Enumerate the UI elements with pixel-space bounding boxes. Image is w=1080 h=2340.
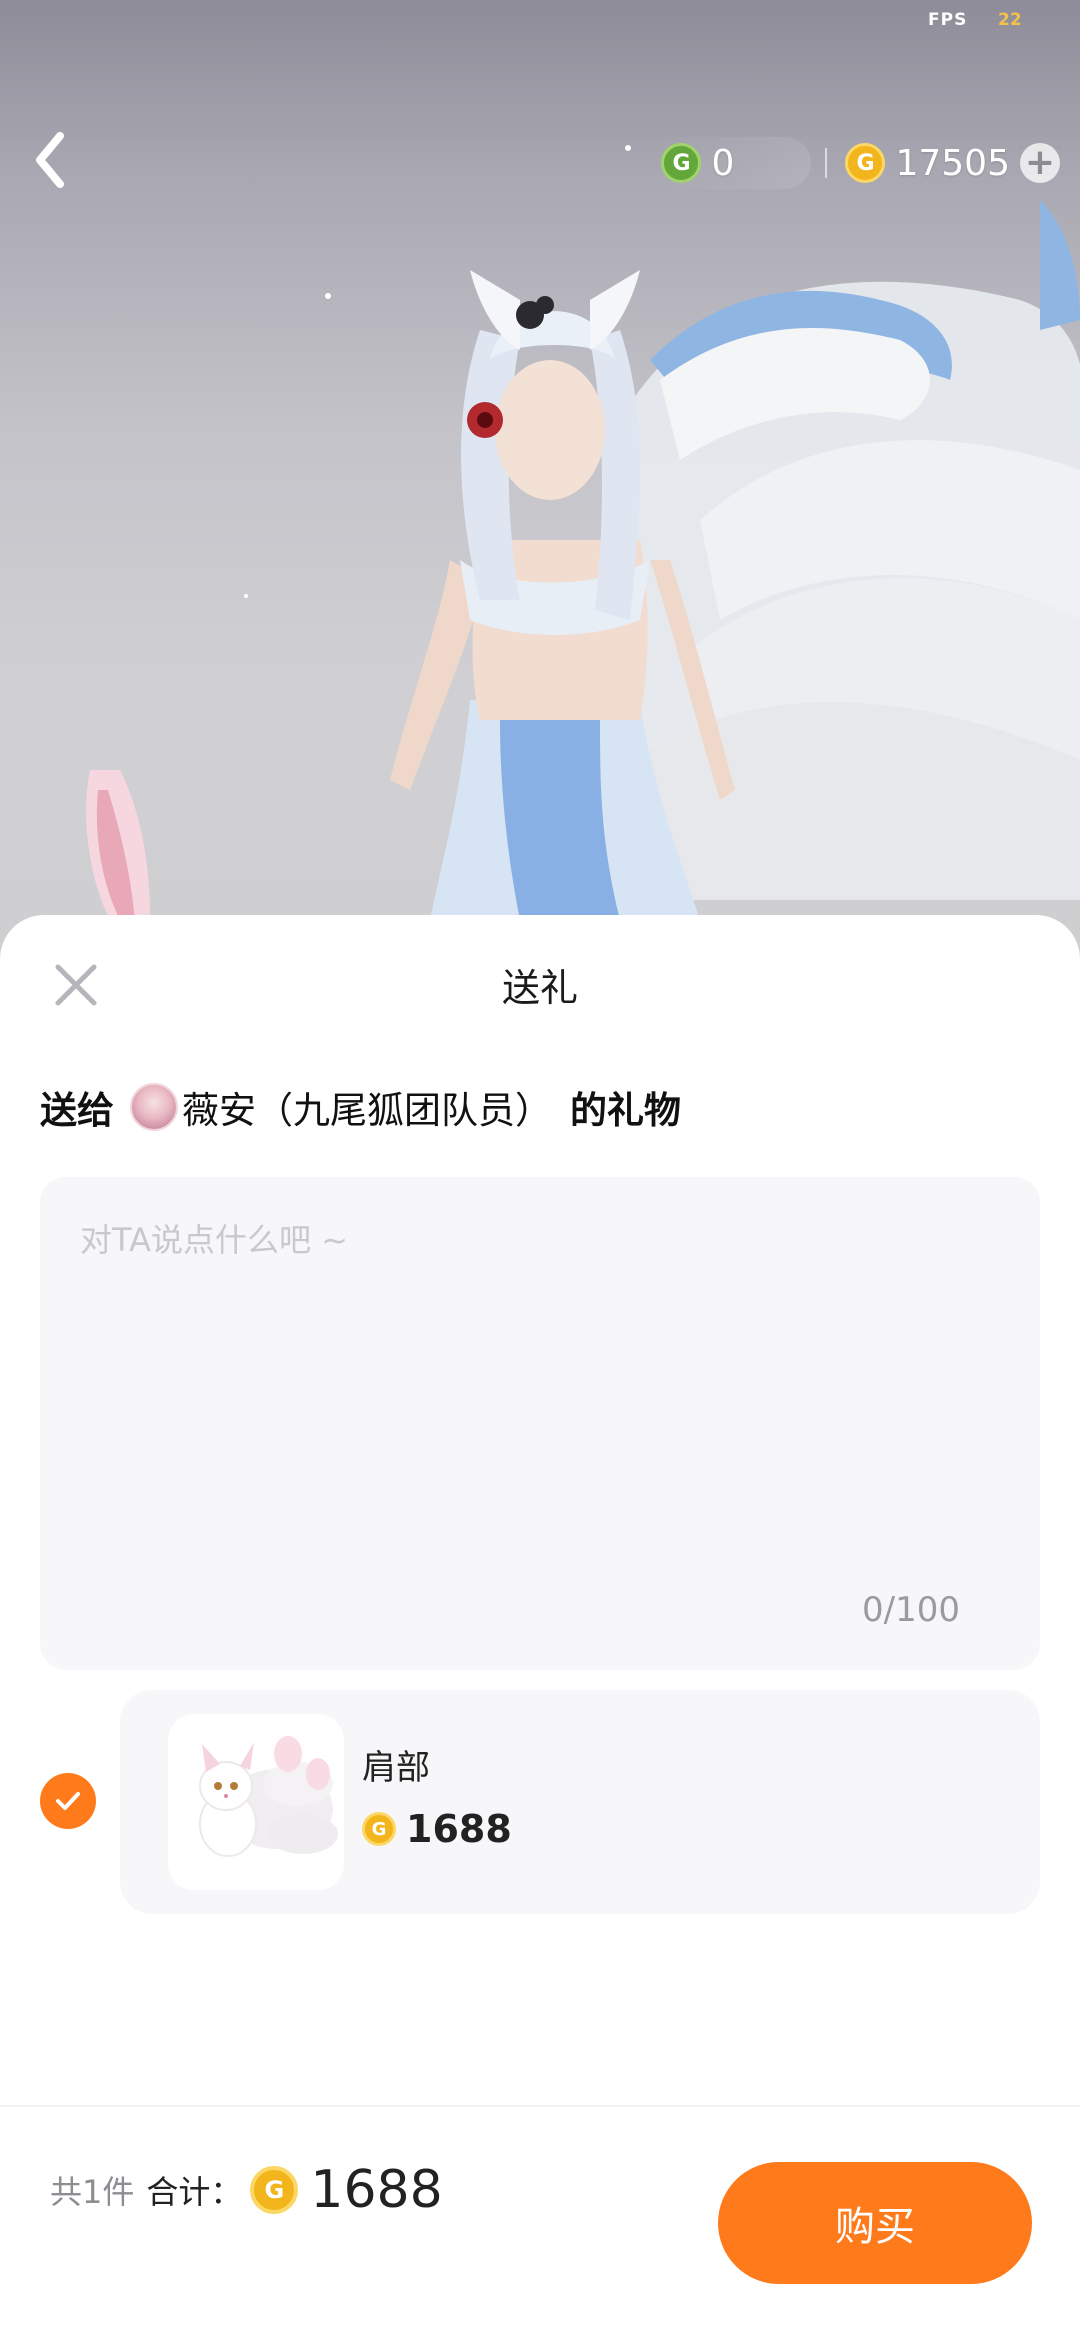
gift-name: 肩部 (362, 1748, 430, 1788)
gift-price: 1688 (406, 1807, 512, 1851)
gift-sheet: 送礼 送给 薇安（九尾狐团队员） 的礼物 0/100 (0, 915, 1080, 2340)
recipient-line: 送给 薇安（九尾狐团队员） 的礼物 (40, 1080, 681, 1134)
item-count: 共1件 (50, 2173, 135, 2211)
gift-thumbnail (168, 1714, 344, 1890)
recipient-prefix: 送给 (40, 1089, 114, 1132)
gold-currency-value: 17505 (895, 142, 1010, 184)
fps-value: 22 (998, 10, 1022, 30)
gift-screen: FPS 22 G 0 G 17505 + 送礼 送给 薇安（九尾狐团队员） 的礼… (0, 0, 1080, 2340)
green-currency-value: 0 (711, 142, 735, 184)
recipient-name: 薇安（九尾狐团队员） (182, 1089, 552, 1132)
character-preview-scene: FPS 22 G 0 G 17505 + (0, 0, 1080, 960)
green-currency: G 0 (653, 137, 812, 189)
buy-button[interactable]: 购买 (718, 2162, 1032, 2284)
gift-item-card[interactable]: 肩部 G 1688 (120, 1690, 1040, 1914)
total-label: 合计： (146, 2173, 243, 2211)
message-input[interactable] (80, 1215, 1000, 1555)
total-value: 1688 (310, 2160, 443, 2220)
currency-bar: G 0 G 17505 + (653, 135, 1060, 191)
gold-coin-icon: G (362, 1812, 396, 1846)
back-button[interactable] (30, 130, 90, 200)
gold-coin-icon: G (250, 2166, 299, 2214)
plus-icon: + (1024, 142, 1056, 183)
total-summary: 共1件 合计： G 1688 (50, 2160, 443, 2220)
message-box: 0/100 (40, 1177, 1040, 1670)
gold-coin-icon: G (845, 143, 886, 183)
message-counter: 0/100 (862, 1590, 960, 1630)
currency-divider (825, 148, 828, 178)
chevron-left-icon (36, 132, 64, 188)
recipient-avatar (130, 1083, 178, 1131)
fox-pet-image (199, 1736, 338, 1857)
green-coin-icon: G (661, 143, 702, 183)
gift-select-checkbox[interactable] (40, 1773, 96, 1829)
fps-label: FPS (928, 10, 968, 30)
sheet-title: 送礼 (501, 966, 578, 1010)
gift-price-row: G 1688 (362, 1807, 512, 1851)
footer-divider (0, 2105, 1080, 2107)
recipient-suffix: 的礼物 (570, 1089, 681, 1132)
check-icon (56, 1792, 80, 1810)
add-currency-button[interactable]: + (1020, 143, 1060, 183)
